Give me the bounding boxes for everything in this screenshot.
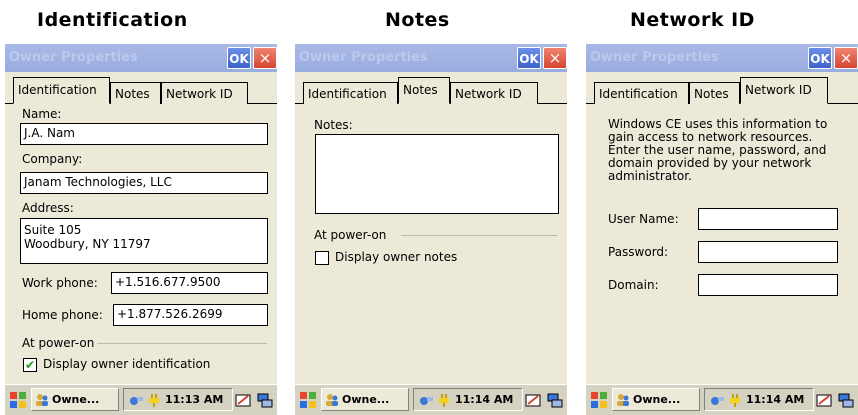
network-icon[interactable]	[128, 392, 144, 408]
task-owner-properties[interactable]: Owne...	[31, 388, 119, 411]
work-phone-field[interactable]: +1.516.677.9500	[111, 272, 268, 294]
tab-identification[interactable]: Identification	[594, 82, 689, 104]
notes-label: Notes:	[314, 118, 353, 132]
home-phone-field[interactable]: +1.877.526.2699	[113, 304, 268, 326]
users-icon	[326, 394, 338, 406]
user-name-label: User Name:	[608, 212, 679, 226]
title-bar: Owner Properties OK ×	[295, 44, 567, 72]
clock[interactable]: 11:13 AM	[165, 393, 223, 406]
heading-network-id: Network ID	[630, 9, 755, 31]
close-button[interactable]: ×	[834, 47, 858, 69]
tab-identification[interactable]: Identification	[13, 77, 110, 104]
screen-network-id: Owner Properties OK × Identification Not…	[586, 44, 858, 415]
close-button[interactable]: ×	[253, 47, 277, 69]
tab-identification[interactable]: Identification	[303, 82, 398, 104]
tab-notes[interactable]: Notes	[398, 77, 450, 104]
display-owner-notes-checkbox[interactable]	[315, 251, 329, 265]
tab-strip: Identification Notes Network ID	[586, 72, 858, 104]
taskbar: Owne... 11:13 AM	[5, 384, 277, 415]
users-icon	[36, 394, 48, 406]
desktop-icon[interactable]	[838, 392, 854, 408]
ok-button[interactable]: OK	[808, 47, 832, 69]
ok-button[interactable]: OK	[517, 47, 541, 69]
name-field[interactable]: J.A. Nam	[20, 123, 268, 145]
clock[interactable]: 11:14 AM	[746, 393, 804, 406]
tab-network-id[interactable]: Network ID	[161, 82, 248, 104]
power-on-label: At power-on	[22, 336, 95, 350]
tab-notes[interactable]: Notes	[689, 82, 740, 104]
title-bar: Owner Properties OK ×	[586, 44, 858, 72]
task-owner-properties[interactable]: Owne...	[321, 388, 409, 411]
address-label: Address:	[22, 201, 74, 215]
window-title: Owner Properties	[9, 50, 138, 65]
network-description: Windows CE uses this information to gain…	[608, 117, 828, 183]
heading-identification: Identification	[37, 9, 188, 31]
task-label: Owne...	[342, 393, 390, 406]
separator	[97, 343, 267, 344]
close-button[interactable]: ×	[543, 47, 567, 69]
name-label: Name:	[22, 107, 62, 121]
input-panel-icon[interactable]	[816, 392, 832, 408]
work-phone-label: Work phone:	[22, 276, 98, 290]
task-label: Owne...	[52, 393, 100, 406]
ok-button[interactable]: OK	[227, 47, 251, 69]
window-title: Owner Properties	[299, 50, 428, 65]
display-owner-id-checkbox[interactable]: ✔	[23, 358, 37, 372]
domain-field[interactable]	[698, 274, 838, 296]
address-field[interactable]: Suite 105 Woodbury, NY 11797	[20, 218, 268, 264]
tab-strip: Identification Notes Network ID	[5, 72, 277, 104]
power-plug-icon[interactable]	[436, 392, 452, 408]
input-panel-icon[interactable]	[235, 392, 251, 408]
company-field[interactable]: Janam Technologies, LLC	[20, 172, 268, 194]
taskbar: Owne... 11:14 AM	[295, 384, 567, 415]
heading-notes: Notes	[385, 9, 450, 31]
taskbar: Owne... 11:14 AM	[586, 384, 858, 415]
tab-strip: Identification Notes Network ID	[295, 72, 567, 104]
separator	[401, 235, 557, 236]
home-phone-label: Home phone:	[22, 308, 103, 322]
desktop-icon[interactable]	[257, 392, 273, 408]
window-title: Owner Properties	[590, 50, 719, 65]
start-icon[interactable]	[299, 391, 317, 409]
start-icon[interactable]	[9, 391, 27, 409]
power-plug-icon[interactable]	[727, 392, 743, 408]
network-icon[interactable]	[418, 392, 434, 408]
password-label: Password:	[608, 245, 669, 259]
screen-identification: Owner Properties OK × Identification Not…	[5, 44, 277, 415]
input-panel-icon[interactable]	[525, 392, 541, 408]
task-owner-properties[interactable]: Owne...	[612, 388, 700, 411]
start-icon[interactable]	[590, 391, 608, 409]
title-bar: Owner Properties OK ×	[5, 44, 277, 72]
display-owner-id-label: Display owner identification	[43, 357, 211, 371]
display-owner-notes-label: Display owner notes	[335, 250, 458, 264]
domain-label: Domain:	[608, 278, 659, 292]
network-icon[interactable]	[709, 392, 725, 408]
users-icon	[617, 394, 629, 406]
company-label: Company:	[22, 152, 83, 166]
tab-notes[interactable]: Notes	[110, 82, 161, 104]
power-on-label: At power-on	[314, 228, 387, 242]
tab-network-id[interactable]: Network ID	[740, 77, 828, 104]
task-label: Owne...	[633, 393, 681, 406]
screen-notes: Owner Properties OK × Identification Not…	[295, 44, 567, 415]
tab-network-id[interactable]: Network ID	[450, 82, 538, 104]
user-name-field[interactable]	[698, 208, 838, 230]
notes-field[interactable]	[315, 134, 559, 214]
clock[interactable]: 11:14 AM	[455, 393, 513, 406]
password-field[interactable]	[698, 241, 838, 263]
power-plug-icon[interactable]	[146, 392, 162, 408]
desktop-icon[interactable]	[547, 392, 563, 408]
